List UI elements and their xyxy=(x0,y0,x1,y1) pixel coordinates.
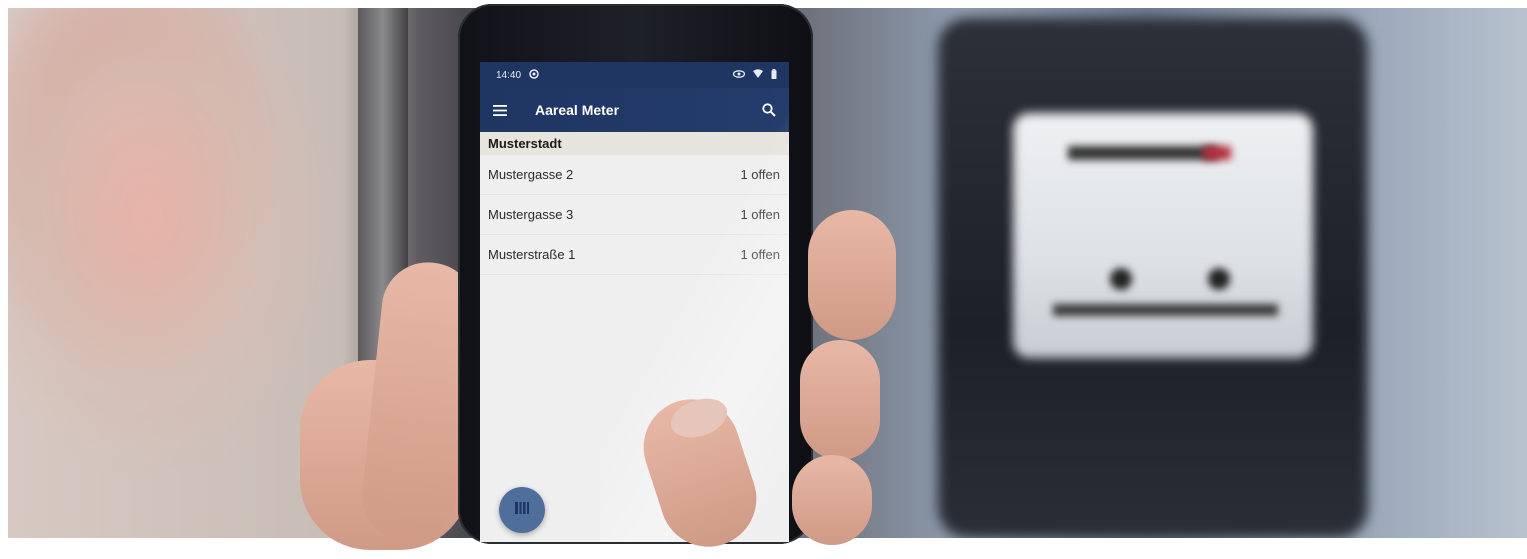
battery-icon xyxy=(771,68,777,82)
list-item-address: Mustergasse 2 xyxy=(488,167,574,182)
status-time: 14:40 xyxy=(496,69,522,81)
list-item-status: 1 offen xyxy=(740,207,780,222)
list-item[interactable]: Mustergasse 3 1 offen xyxy=(480,195,789,235)
list-item-address: Mustergasse 3 xyxy=(488,207,574,222)
meter-rail xyxy=(1053,304,1278,316)
status-bar: 14:40 xyxy=(480,62,789,88)
section-header-city: Musterstadt xyxy=(480,132,789,155)
right-finger-3 xyxy=(792,455,872,545)
scan-fab-button[interactable] xyxy=(499,487,545,533)
list-item[interactable]: Musterstraße 1 1 offen xyxy=(480,235,789,275)
meter-screw-right xyxy=(1208,268,1230,290)
meter-red-digit xyxy=(1203,146,1231,160)
location-icon xyxy=(529,68,539,82)
right-finger-1 xyxy=(808,210,896,340)
wifi-icon xyxy=(753,69,763,81)
meter-counter-bar xyxy=(1068,146,1218,160)
list-item-status: 1 offen xyxy=(740,167,780,182)
app-bar: Aareal Meter xyxy=(480,88,789,132)
app-title: Aareal Meter xyxy=(535,102,620,118)
list-item[interactable]: Mustergasse 2 1 offen xyxy=(480,155,789,195)
list-item-address: Musterstraße 1 xyxy=(488,247,576,262)
search-icon[interactable] xyxy=(759,100,779,120)
hamburger-menu-icon[interactable] xyxy=(490,100,510,120)
meter-screw-left xyxy=(1110,268,1132,290)
barcode-scan-icon xyxy=(515,501,529,519)
eye-icon xyxy=(732,69,746,81)
list-item-status: 1 offen xyxy=(740,247,780,262)
right-finger-2 xyxy=(800,340,880,460)
